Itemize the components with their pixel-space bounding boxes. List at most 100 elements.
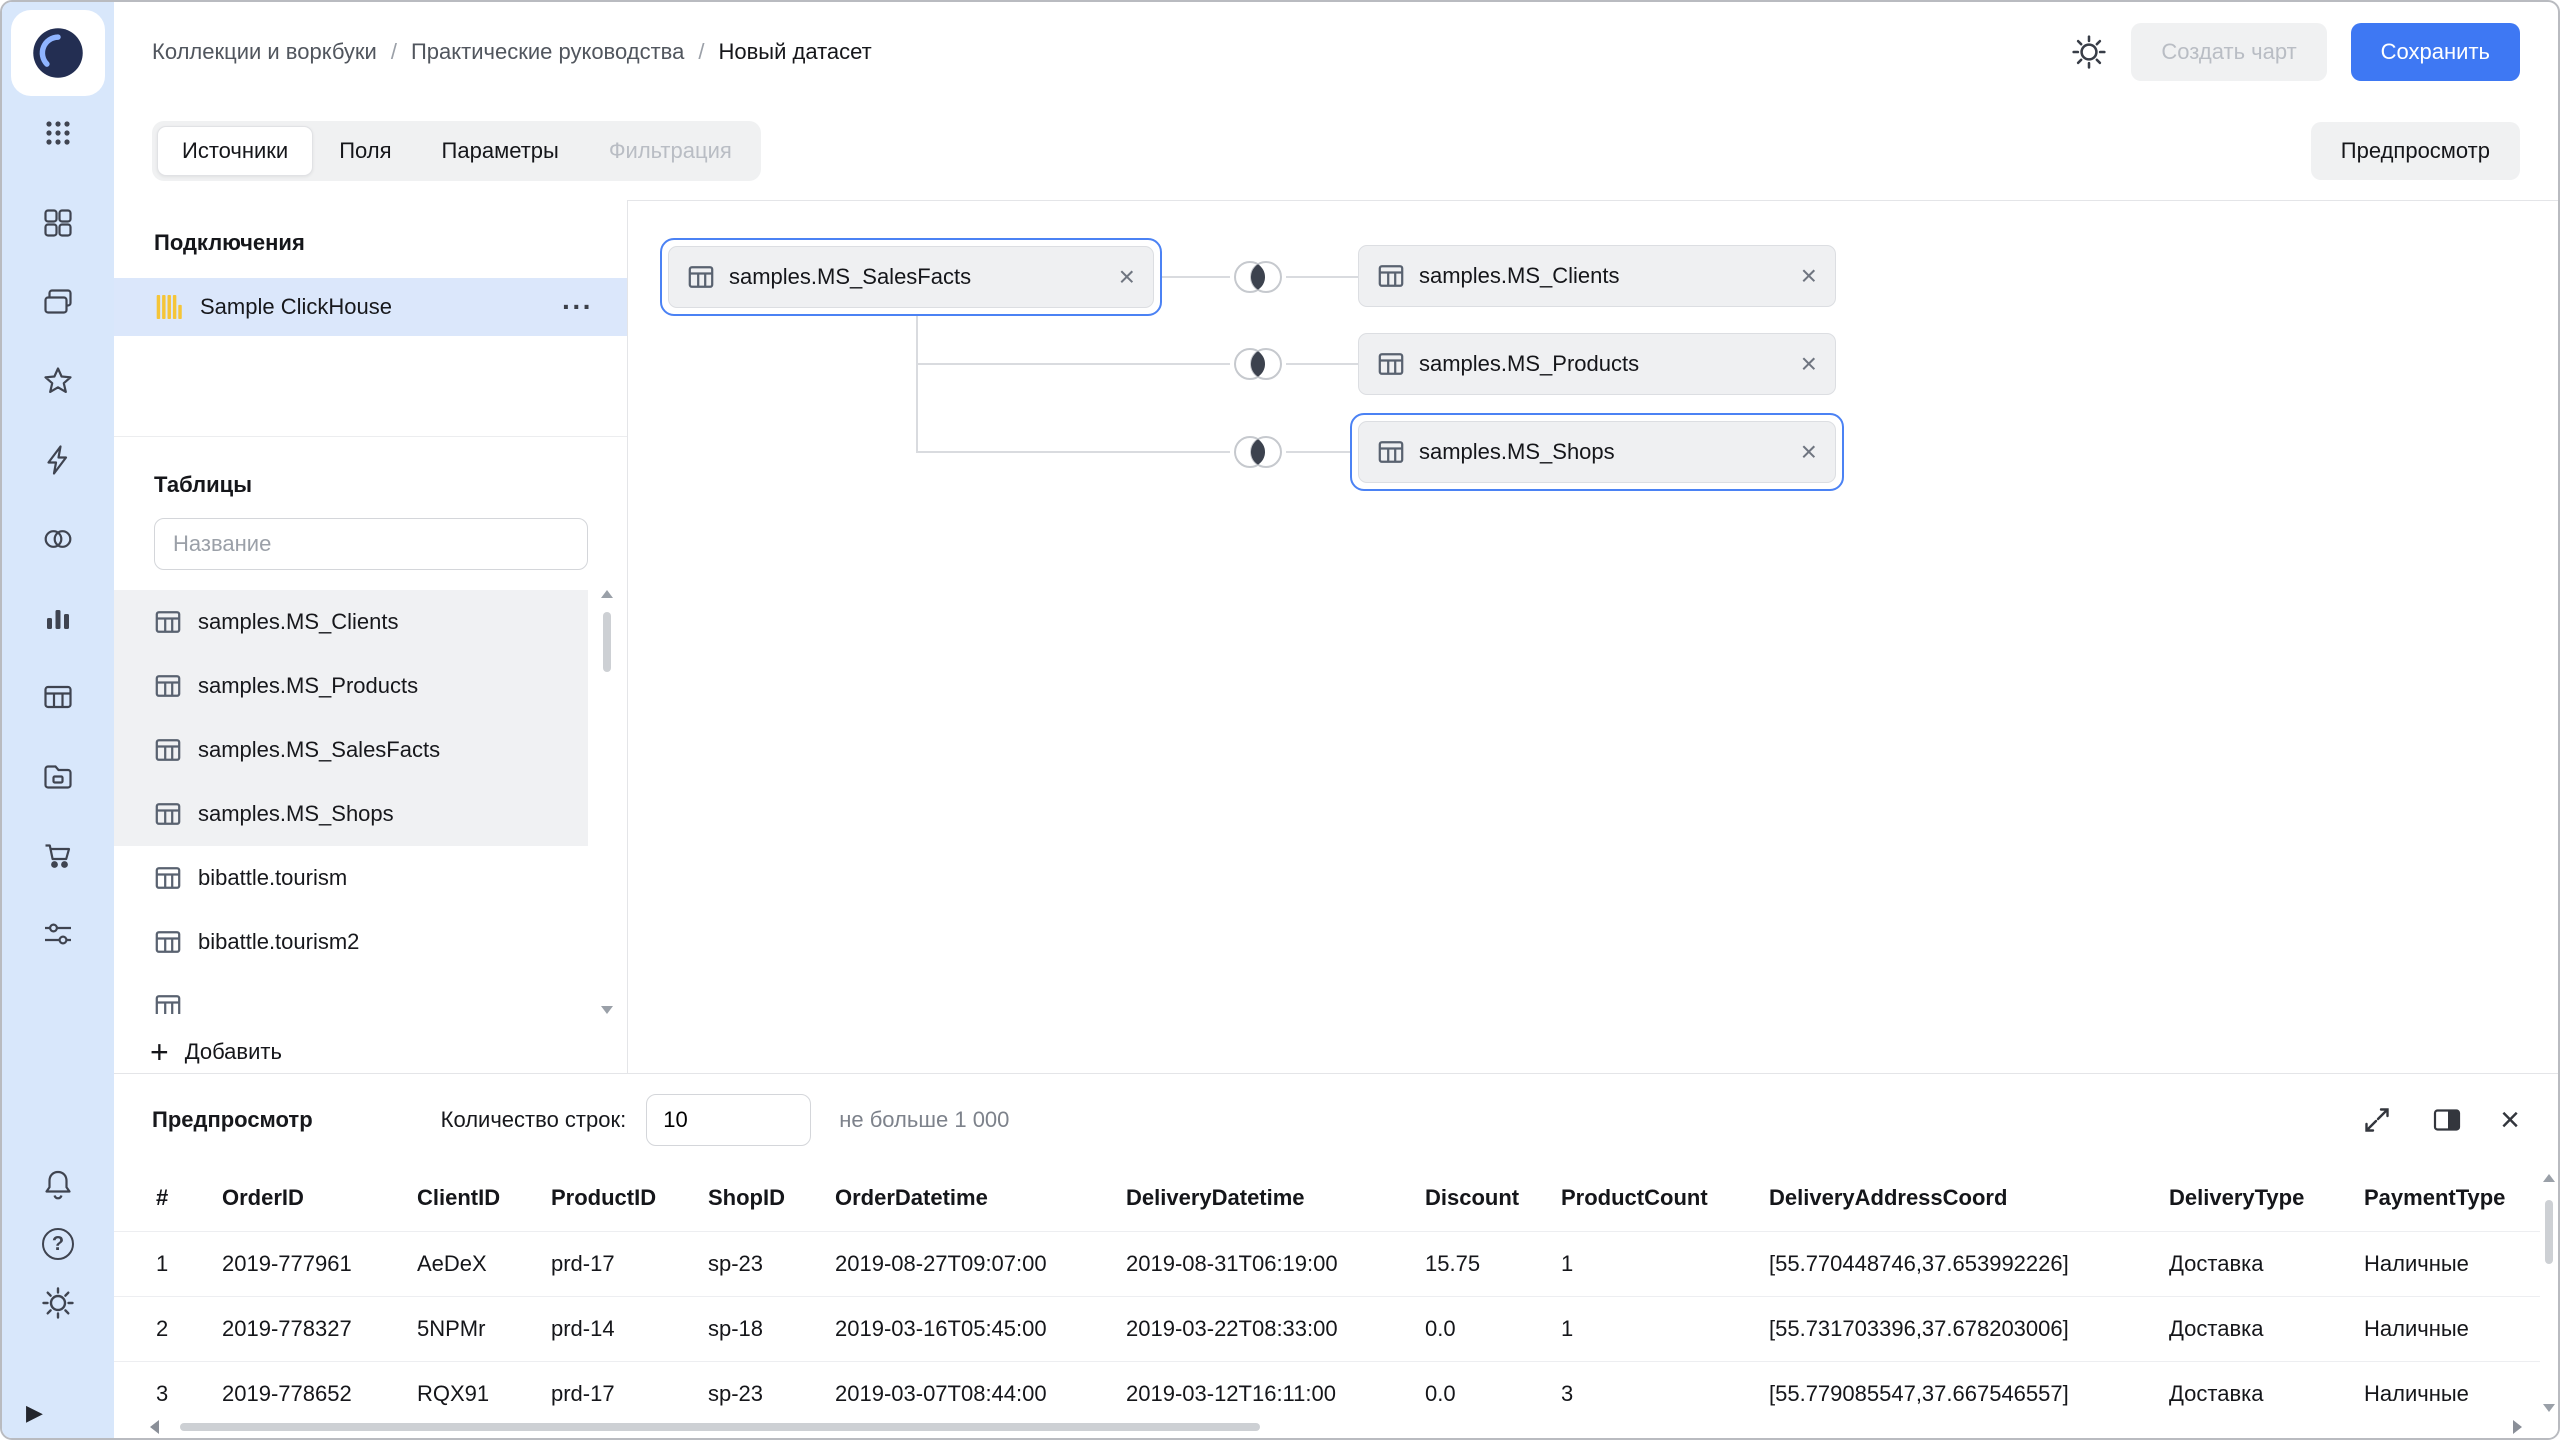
table-list-item[interactable]: samples.MS_Shops xyxy=(114,782,588,846)
breadcrumb-item-workbook[interactable]: Практические руководства xyxy=(411,39,684,65)
scroll-down-arrow-icon[interactable] xyxy=(2543,1404,2555,1412)
tab-sources[interactable]: Источники xyxy=(157,126,313,176)
table-cell: 5NPMr xyxy=(417,1296,551,1361)
table-icon xyxy=(154,864,182,892)
scrollbar-thumb[interactable] xyxy=(180,1423,1260,1431)
preview-toolbar: Предпросмотр Количество строк: не больше… xyxy=(114,1074,2558,1166)
tab-fields[interactable]: Поля xyxy=(315,126,415,176)
scrollbar-thumb[interactable] xyxy=(603,612,611,672)
remove-table-button[interactable]: × xyxy=(1801,350,1817,378)
split-view-button[interactable] xyxy=(2430,1103,2464,1137)
breadcrumb-separator: / xyxy=(391,39,397,65)
table-cell: 0.0 xyxy=(1425,1361,1561,1416)
column-header: DeliveryAddressCoord xyxy=(1769,1166,2169,1231)
scroll-right-arrow-icon[interactable] xyxy=(2513,1420,2522,1434)
rail-item-services[interactable] xyxy=(41,917,75,951)
table-node-clients[interactable]: samples.MS_Clients × xyxy=(1358,245,1836,307)
row-count-input[interactable] xyxy=(646,1094,811,1146)
inner-join-icon xyxy=(1230,344,1286,384)
table-list-item[interactable]: bibattle.tourism xyxy=(114,846,588,910)
table-name: bibattle.tourism2 xyxy=(198,929,359,955)
table-cell: 2019-03-22T08:33:00 xyxy=(1126,1296,1425,1361)
vertical-scrollbar[interactable] xyxy=(2542,1174,2556,1412)
table-icon xyxy=(154,928,182,956)
remove-table-button[interactable]: × xyxy=(1119,263,1135,291)
rail-item-apps[interactable] xyxy=(41,116,75,150)
tab-parameters[interactable]: Параметры xyxy=(418,126,583,176)
table-search-input[interactable] xyxy=(154,518,588,570)
header-actions: Создать чарт Сохранить xyxy=(2071,23,2520,81)
panel-divider xyxy=(114,436,627,437)
rail-item-collections[interactable] xyxy=(41,285,75,319)
join-line xyxy=(1286,276,1358,278)
breadcrumb-item-collections[interactable]: Коллекции и воркбуки xyxy=(152,39,377,65)
datalens-logo[interactable] xyxy=(11,10,105,96)
table-cell: [55.731703396,37.678203006] xyxy=(1769,1296,2169,1361)
connection-more-button[interactable]: ··· xyxy=(562,291,593,323)
table-row: 3 2019-778652 RQX91 prd-17 sp-23 2019-03… xyxy=(114,1361,2540,1416)
remove-table-button[interactable]: × xyxy=(1801,262,1817,290)
row-count-hint: не больше 1 000 xyxy=(839,1107,1009,1133)
table-cell: prd-14 xyxy=(551,1296,708,1361)
expand-preview-button[interactable] xyxy=(2360,1103,2394,1137)
table-list-item[interactable]: samples.MS_Products xyxy=(114,654,588,718)
table-cell: Наличные xyxy=(2364,1231,2540,1296)
rail-item-marketplace[interactable] xyxy=(41,838,75,872)
table-node-salesfacts[interactable]: samples.MS_SalesFacts × xyxy=(660,238,1162,316)
join-line xyxy=(916,316,918,453)
table-node-shops[interactable]: samples.MS_Shops × xyxy=(1350,413,1844,491)
rail-item-dashboards[interactable] xyxy=(41,206,75,240)
rail-item-settings[interactable] xyxy=(41,1286,75,1320)
scroll-left-arrow-icon[interactable] xyxy=(150,1420,159,1434)
add-table-button[interactable]: + Добавить xyxy=(150,1026,282,1078)
create-chart-button[interactable]: Создать чарт xyxy=(2131,23,2326,81)
tabs-bar: Источники Поля Параметры Фильтрация Пред… xyxy=(114,102,2558,200)
tables-scrollbar[interactable] xyxy=(600,590,614,1014)
rail-item-charts[interactable] xyxy=(41,601,75,635)
breadcrumb-item-current: Новый датасет xyxy=(718,39,871,65)
table-cell: Наличные xyxy=(2364,1361,2540,1416)
table-list-item[interactable]: bibattle.tourism2 xyxy=(114,910,588,974)
rail-item-favorites[interactable] xyxy=(41,364,75,398)
join-type-button[interactable] xyxy=(1230,432,1286,472)
table-header-row: # OrderID ClientID ProductID ShopID Orde… xyxy=(114,1166,2540,1231)
column-header: Discount xyxy=(1425,1166,1561,1231)
table-cell: 2019-03-12T16:11:00 xyxy=(1126,1361,1425,1416)
save-button[interactable]: Сохранить xyxy=(2351,23,2520,81)
close-preview-button[interactable]: × xyxy=(2500,1103,2520,1137)
table-node-products[interactable]: samples.MS_Products × xyxy=(1358,333,1836,395)
table-icon xyxy=(1377,262,1405,290)
breadcrumb-separator: / xyxy=(698,39,704,65)
table-name: samples.MS_Shops xyxy=(198,801,394,827)
connection-item[interactable]: Sample ClickHouse ··· xyxy=(114,278,627,336)
preview-toggle-button[interactable]: Предпросмотр xyxy=(2311,122,2520,180)
horizontal-scrollbar[interactable] xyxy=(150,1419,2522,1435)
table-list-item-partial[interactable] xyxy=(114,974,588,1014)
rail-item-datasets[interactable] xyxy=(41,522,75,556)
collapse-panel-button[interactable]: ▶ xyxy=(2,1400,43,1426)
scrollbar-thumb[interactable] xyxy=(2545,1200,2553,1264)
rail-item-help[interactable]: ? xyxy=(42,1228,74,1260)
join-type-button[interactable] xyxy=(1230,257,1286,297)
tab-filtering[interactable]: Фильтрация xyxy=(585,126,756,176)
table-icon xyxy=(1377,350,1405,378)
table-cell: [55.779085547,37.667546557] xyxy=(1769,1361,2169,1416)
rail-item-notifications[interactable] xyxy=(41,1168,75,1202)
rail-item-storage[interactable] xyxy=(41,759,75,793)
dataset-settings-button[interactable] xyxy=(2071,34,2107,70)
rail-item-tables[interactable] xyxy=(41,680,75,714)
table-node-label: samples.MS_SalesFacts xyxy=(729,264,971,290)
join-type-button[interactable] xyxy=(1230,344,1286,384)
rail-item-connections[interactable] xyxy=(41,443,75,477)
sliders-icon xyxy=(41,917,75,951)
scroll-down-arrow-icon[interactable] xyxy=(601,1006,613,1014)
remove-table-button[interactable]: × xyxy=(1801,438,1817,466)
table-list-item[interactable]: samples.MS_Clients xyxy=(114,590,588,654)
add-table-label: Добавить xyxy=(185,1039,282,1065)
scroll-up-arrow-icon[interactable] xyxy=(601,590,613,598)
table-list-item[interactable]: samples.MS_SalesFacts xyxy=(114,718,588,782)
connection-name: Sample ClickHouse xyxy=(200,294,392,320)
scroll-up-arrow-icon[interactable] xyxy=(2543,1174,2555,1182)
collapse-arrow-icon: ▶ xyxy=(26,1400,43,1425)
breadcrumb: Коллекции и воркбуки / Практические руко… xyxy=(152,39,872,65)
